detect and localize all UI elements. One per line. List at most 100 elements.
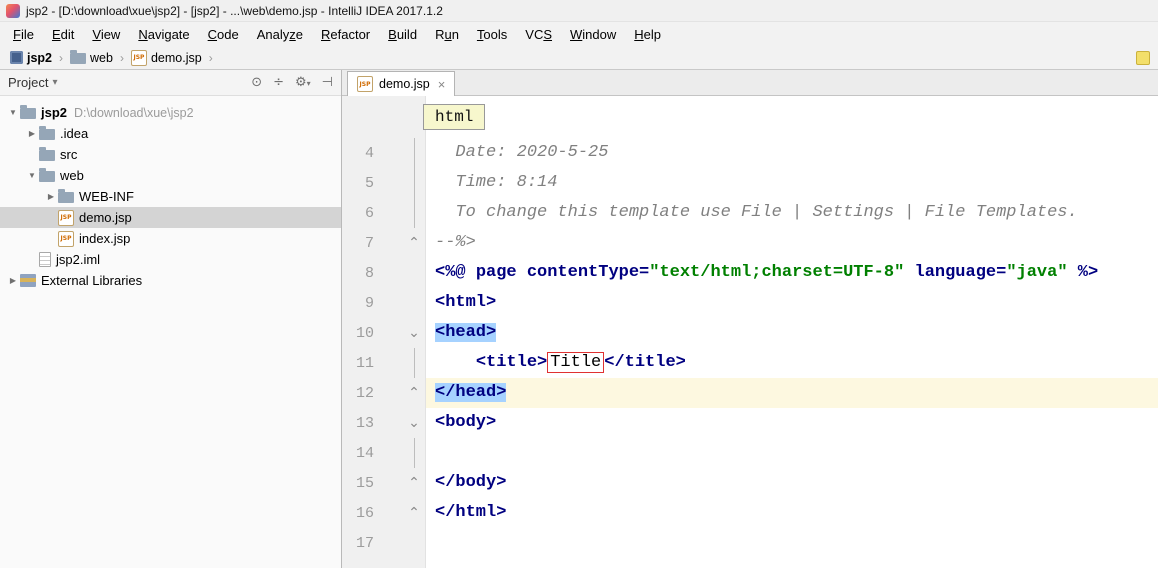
app-icon: [6, 4, 20, 18]
breadcrumb-item-jsp2[interactable]: jsp2: [8, 50, 54, 66]
menu-item-run[interactable]: Run: [426, 24, 468, 45]
line-number: 14: [348, 445, 374, 462]
fold-marker[interactable]: ⌃: [405, 378, 423, 408]
chevron-right-icon[interactable]: ▶: [44, 192, 58, 201]
tree-item-jsp2-iml[interactable]: jsp2.iml: [0, 249, 341, 270]
menu-item-build[interactable]: Build: [379, 24, 426, 45]
breadcrumb-label: web: [90, 51, 113, 65]
line-number: 5: [348, 175, 374, 192]
file-icon: [39, 252, 51, 267]
code-line-content[interactable]: <title>Title</title>: [426, 348, 1158, 378]
fold-guide-line: [414, 198, 415, 228]
editor-line-7: 7⌃--%>: [342, 228, 1158, 258]
breadcrumb-item-demo-jsp[interactable]: JSPdemo.jsp: [129, 49, 204, 67]
settings-gear-icon[interactable]: ⚙▾: [295, 75, 311, 90]
fold-marker[interactable]: ⌃: [405, 498, 423, 528]
menu-item-code[interactable]: Code: [199, 24, 248, 45]
nav-bar: jsp2›web›JSPdemo.jsp›: [0, 46, 1158, 70]
project-panel: Project ▾ ⊙ ÷ ⚙▾ ⊣ ▼jsp2D:\download\xue\…: [0, 70, 342, 568]
code-line-content[interactable]: <head>: [426, 318, 1158, 348]
code-line-content[interactable]: Date: 2020-5-25: [426, 138, 1158, 168]
chevron-right-icon[interactable]: ▶: [6, 276, 20, 285]
line-number: 7: [348, 235, 374, 252]
tab-label: demo.jsp: [379, 77, 430, 91]
project-icon: [10, 51, 23, 64]
tree-item-demo-jsp[interactable]: JSPdemo.jsp: [0, 207, 341, 228]
code-line-content[interactable]: </head>: [426, 378, 1158, 408]
menu-item-vcs[interactable]: VCS: [516, 24, 561, 45]
breadcrumb-label: jsp2: [27, 51, 52, 65]
breadcrumb-label: demo.jsp: [151, 51, 202, 65]
tree-item-idea[interactable]: ▶ .idea: [0, 123, 341, 144]
code-token: Time: 8:14: [435, 173, 557, 192]
breadcrumb-item-web[interactable]: web: [68, 50, 115, 66]
chevron-down-icon[interactable]: ▼: [6, 108, 20, 117]
code-line-content[interactable]: Time: 8:14: [426, 168, 1158, 198]
fold-guide-line: [414, 438, 415, 468]
chevron-right-icon: ›: [59, 51, 63, 65]
fold-marker[interactable]: ⌃: [405, 468, 423, 498]
tab-demo-jsp[interactable]: JSP demo.jsp ×: [347, 71, 455, 96]
code-token: <html>: [435, 293, 496, 312]
menu-item-analyze[interactable]: Analyze: [248, 24, 312, 45]
menu-item-window[interactable]: Window: [561, 24, 625, 45]
code-line-content[interactable]: [426, 438, 1158, 468]
code-line-content[interactable]: <%@ page contentType="text/html;charset=…: [426, 258, 1158, 288]
fold-marker[interactable]: ⌃: [405, 228, 423, 258]
menu-item-view[interactable]: View: [83, 24, 129, 45]
code-line-content[interactable]: <html>: [426, 288, 1158, 318]
notification-icon[interactable]: [1136, 51, 1150, 65]
scroll-from-source-icon[interactable]: ⊙: [251, 75, 262, 90]
menu-item-navigate[interactable]: Navigate: [129, 24, 198, 45]
code-line-content[interactable]: --%>: [426, 228, 1158, 258]
chevron-down-icon[interactable]: ▼: [25, 171, 39, 180]
folder-icon: [20, 108, 36, 119]
code-line-content[interactable]: </html>: [426, 498, 1158, 528]
tree-item-web[interactable]: ▼ web: [0, 165, 341, 186]
project-panel-title[interactable]: Project: [8, 75, 48, 90]
editor: JSP demo.jsp × 4 Date: 2020-5-255 Time: …: [342, 70, 1158, 568]
menu-item-tools[interactable]: Tools: [468, 24, 516, 45]
tree-item-src[interactable]: src: [0, 144, 341, 165]
editor-body[interactable]: 4 Date: 2020-5-255 Time: 8:146 To change…: [342, 96, 1158, 568]
menu-item-file[interactable]: File: [4, 24, 43, 45]
code-token: </body>: [435, 473, 506, 492]
tree-item-web-inf[interactable]: ▶WEB-INF: [0, 186, 341, 207]
code-line-content[interactable]: <body>: [426, 408, 1158, 438]
editor-line-17: 17: [342, 528, 1158, 558]
gutter-cell: 9: [342, 288, 426, 318]
code-token: --%>: [435, 233, 476, 252]
tree-item-label: .idea: [60, 126, 88, 141]
tree-item-label: web: [60, 168, 84, 183]
gutter-cell: 7⌃: [342, 228, 426, 258]
tree-item-index-jsp[interactable]: JSPindex.jsp: [0, 228, 341, 249]
gutter-cell: 8: [342, 258, 426, 288]
menu-mnemonic: V: [92, 27, 100, 42]
collapse-all-icon[interactable]: ÷: [273, 75, 284, 90]
code-token: contentType=: [527, 263, 649, 282]
line-number: 11: [348, 355, 374, 372]
fold-marker[interactable]: ⌄: [405, 318, 423, 348]
menu-item-edit[interactable]: Edit: [43, 24, 83, 45]
code-token: %>: [1068, 263, 1099, 282]
code-line-content[interactable]: To change this template use File | Setti…: [426, 198, 1158, 228]
hide-panel-icon[interactable]: ⊣: [322, 75, 333, 90]
menu-mnemonic: T: [477, 27, 484, 42]
chevron-down-icon[interactable]: ▾: [52, 77, 57, 88]
chevron-right-icon[interactable]: ▶: [25, 129, 39, 138]
code-line-content[interactable]: [426, 528, 1158, 558]
line-number: 15: [348, 475, 374, 492]
code-token: page: [476, 263, 527, 282]
editor-line-14: 14: [342, 438, 1158, 468]
tree-item-external-libraries[interactable]: ▶External Libraries: [0, 270, 341, 291]
close-icon[interactable]: ×: [438, 77, 446, 92]
menu-item-refactor[interactable]: Refactor: [312, 24, 379, 45]
fold-marker[interactable]: ⌄: [405, 408, 423, 438]
code-token: language=: [904, 263, 1006, 282]
menu-mnemonic: N: [138, 27, 147, 42]
tree-item-jsp2[interactable]: ▼jsp2D:\download\xue\jsp2: [0, 102, 341, 123]
editor-line-15: 15 ⌃ </body>: [342, 468, 1158, 498]
menu-item-help[interactable]: Help: [625, 24, 670, 45]
code-line-content[interactable]: </body>: [426, 468, 1158, 498]
code-token: Date: 2020-5-25: [435, 143, 608, 162]
